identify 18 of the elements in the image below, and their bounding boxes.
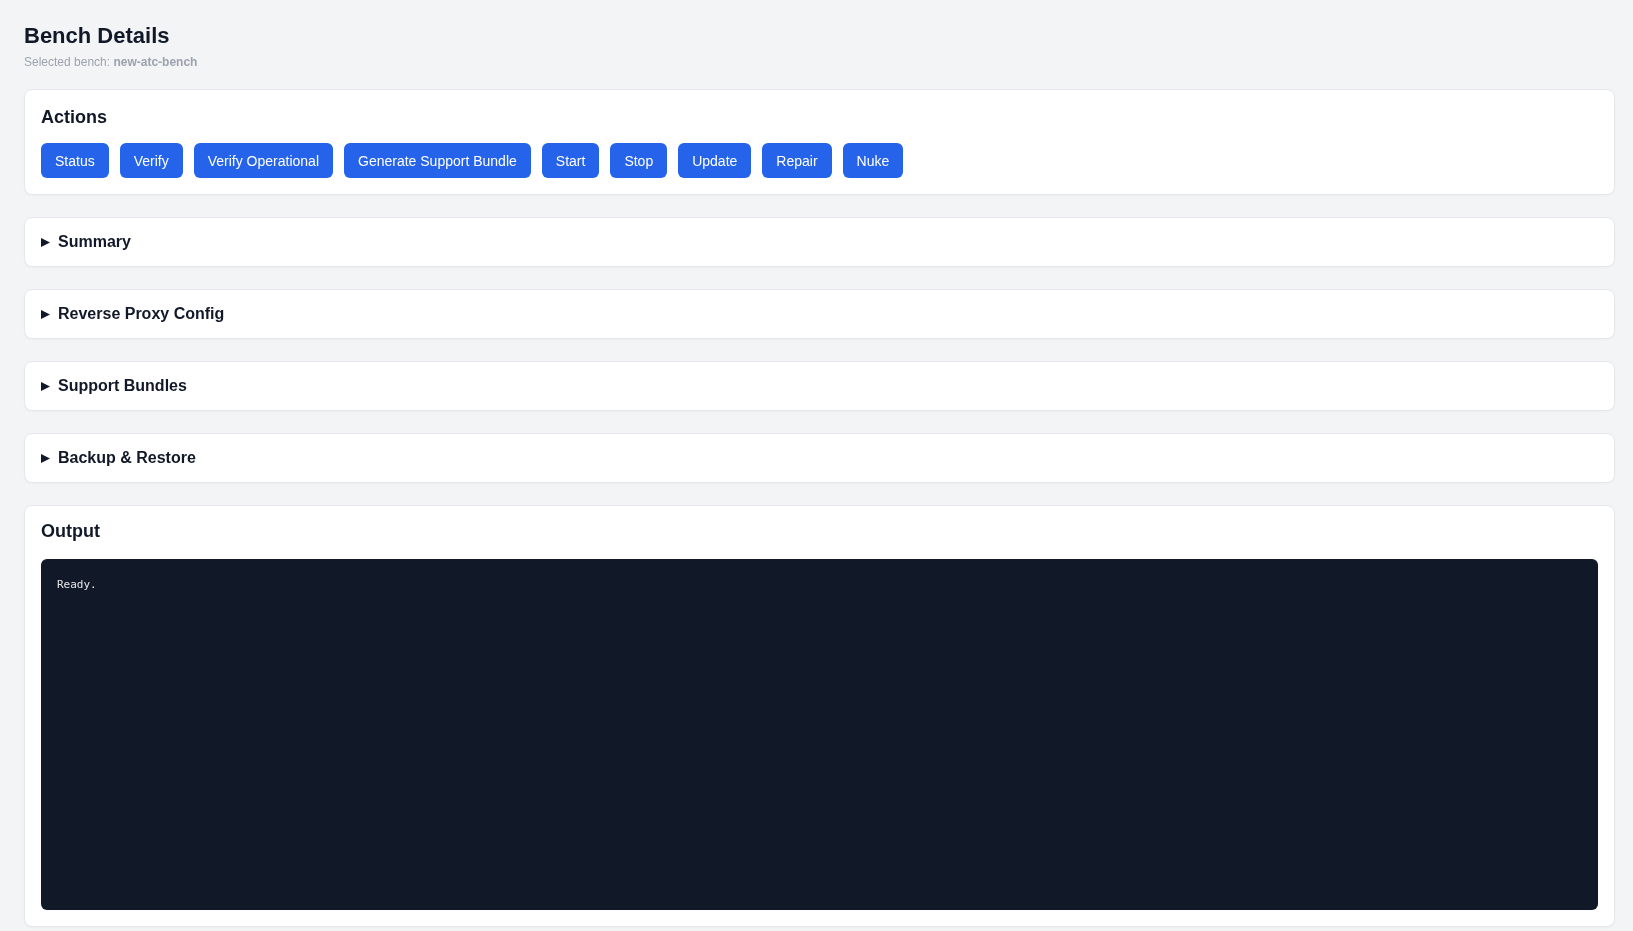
- section-header[interactable]: Support Bundles: [24, 361, 1615, 411]
- action-button[interactable]: Status: [41, 143, 109, 178]
- action-button[interactable]: Repair: [762, 143, 832, 178]
- action-button[interactable]: Verify: [119, 143, 183, 178]
- section-header[interactable]: Reverse Proxy Config: [24, 289, 1615, 339]
- action-button[interactable]: Update: [678, 143, 752, 178]
- page-subtitle: Selected bench: new-atc-bench: [24, 54, 198, 70]
- section-header[interactable]: Summary: [24, 217, 1615, 267]
- page-title: Bench Details: [24, 23, 170, 49]
- action-button[interactable]: Start: [541, 143, 600, 178]
- section-header[interactable]: Backup & Restore: [24, 433, 1615, 483]
- output-console: Ready.: [41, 559, 1598, 910]
- action-button[interactable]: Generate Support Bundle: [344, 143, 531, 178]
- action-button[interactable]: Verify Operational: [193, 143, 333, 178]
- card-title: Actions: [41, 106, 107, 128]
- action-button[interactable]: Nuke: [842, 143, 904, 178]
- action-button[interactable]: Stop: [610, 143, 668, 178]
- card-title: Output: [41, 520, 100, 542]
